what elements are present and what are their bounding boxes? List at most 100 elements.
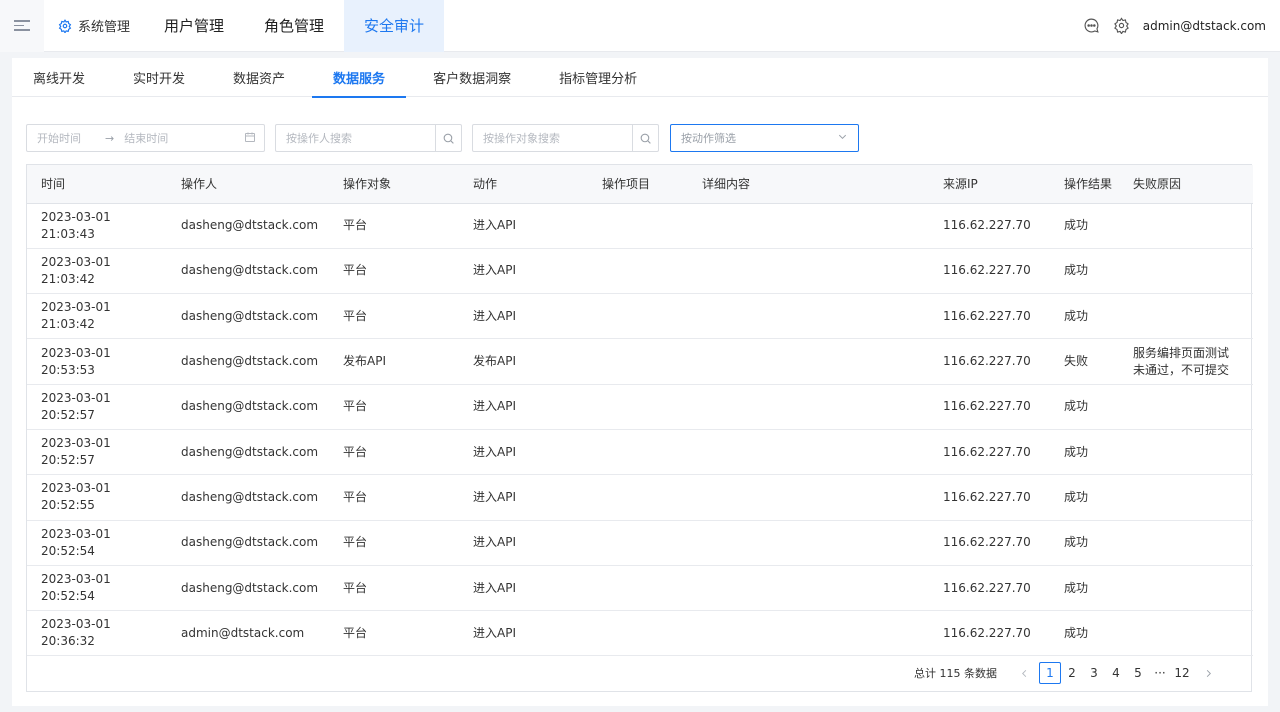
table-cell: dasheng@dtstack.com [167, 384, 329, 430]
object-search-input[interactable]: 按操作对象搜索 [473, 130, 632, 146]
table-cell [588, 203, 688, 249]
user-account[interactable]: admin@dtstack.com [1143, 19, 1266, 33]
product-tab[interactable]: 数据资产 [212, 58, 306, 97]
system-management-menu[interactable]: 系统管理 [44, 0, 144, 52]
search-icon[interactable] [632, 125, 658, 151]
page-number[interactable]: 12 [1171, 662, 1193, 684]
table-row: 2023-03-01 21:03:43 dasheng@dtstack.com 平台… [27, 203, 1253, 249]
product-tab[interactable]: 数据服务 [312, 58, 407, 98]
column-header: 来源IP [929, 165, 1050, 204]
top-nav-item[interactable]: 安全审计 [344, 0, 445, 52]
table-cell: dasheng@dtstack.com [167, 474, 329, 521]
system-management-label: 系统管理 [78, 20, 131, 35]
table-cell [688, 474, 929, 521]
table-cell [588, 565, 688, 612]
table-cell: 116.62.227.70 [929, 203, 1050, 249]
column-header: 时间 [27, 165, 167, 204]
table-cell: dasheng@dtstack.com [167, 565, 329, 612]
table-cell: 进入API [459, 429, 588, 476]
top-nav-item[interactable]: 用户管理 [144, 0, 244, 52]
table-cell: 成功 [1050, 474, 1119, 521]
menu-icon [14, 17, 30, 34]
table-cell: dasheng@dtstack.com [167, 520, 329, 566]
table-cell: 2023-03-01 20:53:53 [27, 338, 167, 385]
table-cell: 116.62.227.70 [929, 338, 1050, 385]
table-cell: 2023-03-01 21:03:43 [27, 203, 167, 249]
table-cell: 平台 [329, 293, 459, 340]
table-cell: 平台 [329, 429, 459, 476]
table-cell: 进入API [459, 293, 588, 340]
page-number[interactable]: 5 [1127, 662, 1149, 684]
pagination-total: 总计 115 条数据 [914, 667, 997, 680]
product-tab[interactable]: 指标管理分析 [538, 58, 658, 97]
page-ellipsis[interactable]: ··· [1149, 662, 1171, 684]
audit-table: 时间 操作人 操作对象 动作 操作项目 详细内容 来源IP 操作结果 失败原因 2023-03-… [26, 164, 1253, 692]
table-row: 2023-03-01 20:53:53 dasheng@dtstack.com 发布… [27, 338, 1253, 385]
menu-toggle-button[interactable] [0, 0, 44, 52]
table-cell [1119, 248, 1253, 295]
table-cell [1119, 203, 1253, 249]
product-tab[interactable]: 实时开发 [112, 58, 206, 97]
table-cell: 服务编排页面测试未通过，不可提交 [1119, 338, 1253, 385]
filter-bar: 开始时间 → 结束时间 按操作人搜索 按操作对象搜索 按动作筛选 [26, 124, 859, 152]
column-header: 操作对象 [329, 165, 459, 204]
column-header: 失败原因 [1119, 165, 1253, 204]
top-nav-item[interactable]: 角色管理 [244, 0, 344, 52]
settings-icon[interactable] [1113, 17, 1131, 35]
table-cell [688, 429, 929, 476]
calendar-icon [244, 131, 256, 146]
table-cell: 成功 [1050, 610, 1119, 657]
start-time-placeholder: 开始时间 [37, 132, 81, 145]
table-cell: 进入API [459, 610, 588, 657]
audit-card: 离线开发 实时开发 数据资产 数据服务 客户数据洞察 指标管理分析 开始时间 → 结束时间… [12, 58, 1268, 706]
table-header: 时间 操作人 操作对象 动作 操作项目 详细内容 来源IP 操作结果 失败原因 [27, 165, 1253, 204]
page-number[interactable]: 1 [1039, 662, 1061, 684]
page-number[interactable]: 2 [1061, 662, 1083, 684]
table-cell: 成功 [1050, 384, 1119, 430]
table-cell [588, 248, 688, 295]
page-number[interactable]: 4 [1105, 662, 1127, 684]
table-cell: 2023-03-01 20:52:55 [27, 474, 167, 521]
table-cell: dasheng@dtstack.com [167, 248, 329, 295]
table-cell: 发布API [329, 338, 459, 385]
end-time-placeholder: 结束时间 [124, 132, 169, 145]
date-range-picker[interactable]: 开始时间 → 结束时间 [26, 124, 265, 152]
table-cell [688, 203, 929, 249]
table-cell [1119, 610, 1253, 657]
table-row: 2023-03-01 20:36:32 admin@dtstack.com 平台 进入… [27, 610, 1253, 657]
table-cell: 2023-03-01 20:52:57 [27, 429, 167, 476]
product-tab[interactable]: 客户数据洞察 [412, 58, 532, 97]
table-cell [1119, 520, 1253, 566]
action-filter-placeholder: 按动作筛选 [681, 132, 736, 145]
object-search[interactable]: 按操作对象搜索 [472, 124, 659, 152]
table-cell: 2023-03-01 21:03:42 [27, 293, 167, 340]
table-cell [688, 293, 929, 340]
table-cell: 116.62.227.70 [929, 293, 1050, 340]
pagination: 总计 115 条数据 1 2 3 4 5 ··· 12 [27, 655, 1251, 691]
table-cell: 进入API [459, 203, 588, 249]
table-row: 2023-03-01 21:03:42 dasheng@dtstack.com 平台… [27, 293, 1253, 340]
table-cell [688, 338, 929, 385]
table-cell: 116.62.227.70 [929, 248, 1050, 295]
search-icon[interactable] [435, 125, 461, 151]
table-cell: dasheng@dtstack.com [167, 203, 329, 249]
operator-search-input[interactable]: 按操作人搜索 [276, 130, 435, 146]
table-cell [688, 384, 929, 430]
table-cell: 成功 [1050, 203, 1119, 249]
table-cell: 成功 [1050, 293, 1119, 340]
top-nav: 用户管理 角色管理 安全审计 [144, 0, 445, 52]
chat-icon[interactable] [1083, 17, 1101, 35]
prev-page-icon[interactable] [1013, 662, 1035, 684]
table-cell [1119, 429, 1253, 476]
table-cell: 平台 [329, 520, 459, 566]
table-cell: dasheng@dtstack.com [167, 338, 329, 385]
table-cell: 平台 [329, 384, 459, 430]
table-cell: 2023-03-01 20:52:57 [27, 384, 167, 430]
product-tab[interactable]: 离线开发 [12, 58, 106, 97]
next-page-icon[interactable] [1197, 662, 1219, 684]
column-header: 操作结果 [1050, 165, 1119, 204]
action-filter-select[interactable]: 按动作筛选 [670, 124, 859, 152]
operator-search[interactable]: 按操作人搜索 [275, 124, 462, 152]
page-number[interactable]: 3 [1083, 662, 1105, 684]
table-body: 2023-03-01 21:03:43 dasheng@dtstack.com 平台… [27, 203, 1253, 657]
